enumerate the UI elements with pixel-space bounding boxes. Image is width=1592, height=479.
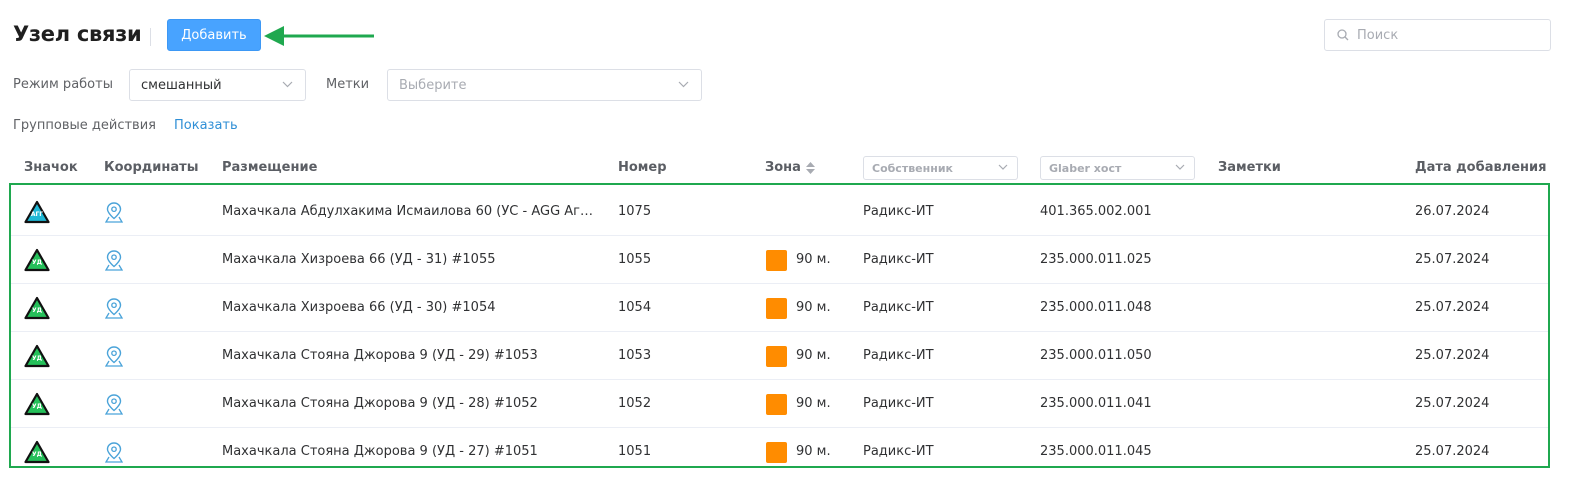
column-header-zone-label: Зона xyxy=(765,160,801,175)
node-type-icon: УД xyxy=(24,296,50,320)
zone-color-swatch xyxy=(766,442,787,463)
page-title: Узел связи xyxy=(13,22,142,46)
chevron-down-icon xyxy=(1175,164,1185,170)
column-header-coords: Координаты xyxy=(104,160,199,175)
table-row[interactable]: УД Махачкала Стояна Джорова 9 (УД - 28) … xyxy=(11,380,1548,428)
glaber-host-filter[interactable]: Glaber хост xyxy=(1040,156,1195,180)
column-header-notes: Заметки xyxy=(1218,160,1281,175)
placement-cell: Махачкала Абдулхакима Исмаилова 60 (УС -… xyxy=(222,204,597,219)
number-cell: 1051 xyxy=(618,444,652,459)
table-row[interactable]: УД Махачкала Стояна Джорова 9 (УД - 29) … xyxy=(11,332,1548,380)
date-added-cell: 25.07.2024 xyxy=(1415,300,1490,315)
column-header-icon: Значок xyxy=(24,160,78,175)
search-box[interactable] xyxy=(1324,19,1551,51)
number-cell: 1075 xyxy=(618,204,652,219)
placement-cell: Махачкала Хизроева 66 (УД - 31) #1055 xyxy=(222,252,496,267)
placement-cell: Махачкала Стояна Джорова 9 (УД - 27) #10… xyxy=(222,444,538,459)
mode-select[interactable]: смешанный xyxy=(129,69,306,101)
chevron-down-icon xyxy=(678,81,689,88)
tags-select-placeholder: Выберите xyxy=(399,77,467,93)
mode-label: Режим работы xyxy=(13,77,113,92)
glaber-host-cell: 401.365.002.001 xyxy=(1040,204,1152,219)
tags-select[interactable]: Выберите xyxy=(387,69,702,101)
node-badge-label: УД xyxy=(32,451,42,458)
title-divider xyxy=(150,28,151,46)
sort-icon[interactable] xyxy=(805,161,815,174)
number-cell: 1052 xyxy=(618,396,652,411)
owner-cell: Радикс-ИТ xyxy=(863,252,934,267)
owner-cell: Радикс-ИТ xyxy=(863,348,934,363)
node-badge-label: УД xyxy=(32,355,42,362)
node-type-icon: АГГ xyxy=(24,200,50,224)
zone-color-swatch xyxy=(766,394,787,415)
number-cell: 1055 xyxy=(618,252,652,267)
column-header-zone[interactable]: Зона xyxy=(765,160,815,175)
table-row[interactable]: УД Махачкала Стояна Джорова 9 (УД - 27) … xyxy=(11,428,1548,476)
map-pin-icon[interactable] xyxy=(105,346,123,367)
glaber-host-cell: 235.000.011.045 xyxy=(1040,444,1152,459)
placement-cell: Махачкала Стояна Джорова 9 (УД - 28) #10… xyxy=(222,396,538,411)
glaber-host-cell: 235.000.011.025 xyxy=(1040,252,1152,267)
glaber-host-cell: 235.000.011.050 xyxy=(1040,348,1152,363)
glaber-host-filter-label: Glaber хост xyxy=(1049,161,1122,175)
owner-filter[interactable]: Собственник xyxy=(863,156,1018,180)
zone-color-swatch xyxy=(766,346,787,367)
map-pin-icon[interactable] xyxy=(105,442,123,463)
table-row[interactable]: УД Махачкала Хизроева 66 (УД - 30) #1054… xyxy=(11,284,1548,332)
mode-select-value: смешанный xyxy=(141,77,222,93)
placement-cell: Махачкала Стояна Джорова 9 (УД - 29) #10… xyxy=(222,348,538,363)
date-added-cell: 25.07.2024 xyxy=(1415,444,1490,459)
show-group-actions-link[interactable]: Показать xyxy=(174,118,238,133)
map-pin-icon[interactable] xyxy=(105,250,123,271)
zone-cell: 90 м. xyxy=(796,348,831,363)
glaber-host-cell: 235.000.011.041 xyxy=(1040,396,1152,411)
node-badge-label: АГГ xyxy=(30,211,44,218)
zone-cell: 90 м. xyxy=(796,444,831,459)
map-pin-icon[interactable] xyxy=(105,202,123,223)
node-badge-label: УД xyxy=(32,259,42,266)
add-button[interactable]: Добавить xyxy=(167,19,261,51)
owner-cell: Радикс-ИТ xyxy=(863,396,934,411)
node-badge-label: УД xyxy=(32,403,42,410)
map-pin-icon[interactable] xyxy=(105,298,123,319)
node-badge-label: УД xyxy=(32,307,42,314)
zone-cell: 90 м. xyxy=(796,252,831,267)
table-row[interactable]: АГГ Махачкала Абдулхакима Исмаилова 60 (… xyxy=(11,188,1548,236)
owner-cell: Радикс-ИТ xyxy=(863,300,934,315)
date-added-cell: 25.07.2024 xyxy=(1415,396,1490,411)
map-pin-icon[interactable] xyxy=(105,394,123,415)
table-row[interactable]: УД Махачкала Хизроева 66 (УД - 31) #1055… xyxy=(11,236,1548,284)
node-type-icon: УД xyxy=(24,344,50,368)
chevron-down-icon xyxy=(282,81,293,88)
node-type-icon: УД xyxy=(24,440,50,464)
date-added-cell: 25.07.2024 xyxy=(1415,348,1490,363)
owner-filter-label: Собственник xyxy=(872,161,954,175)
owner-cell: Радикс-ИТ xyxy=(863,204,934,219)
node-type-icon: УД xyxy=(24,248,50,272)
date-added-cell: 25.07.2024 xyxy=(1415,252,1490,267)
zone-color-swatch xyxy=(766,298,787,319)
arrow-left-icon xyxy=(264,26,374,46)
number-cell: 1054 xyxy=(618,300,652,315)
group-actions-label: Групповые действия xyxy=(13,118,156,133)
date-added-cell: 26.07.2024 xyxy=(1415,204,1490,219)
search-input[interactable] xyxy=(1355,26,1539,44)
node-type-icon: УД xyxy=(24,392,50,416)
placement-cell: Махачкала Хизроева 66 (УД - 30) #1054 xyxy=(222,300,496,315)
zone-cell: 90 м. xyxy=(796,300,831,315)
number-cell: 1053 xyxy=(618,348,652,363)
zone-color-swatch xyxy=(766,250,787,271)
column-header-placement: Размещение xyxy=(222,160,318,175)
tags-label: Метки xyxy=(326,77,370,92)
column-header-date-added: Дата добавления xyxy=(1415,160,1547,175)
zone-cell: 90 м. xyxy=(796,396,831,411)
column-header-number: Номер xyxy=(618,160,667,175)
search-icon xyxy=(1337,29,1349,41)
owner-cell: Радикс-ИТ xyxy=(863,444,934,459)
chevron-down-icon xyxy=(998,164,1008,170)
glaber-host-cell: 235.000.011.048 xyxy=(1040,300,1152,315)
